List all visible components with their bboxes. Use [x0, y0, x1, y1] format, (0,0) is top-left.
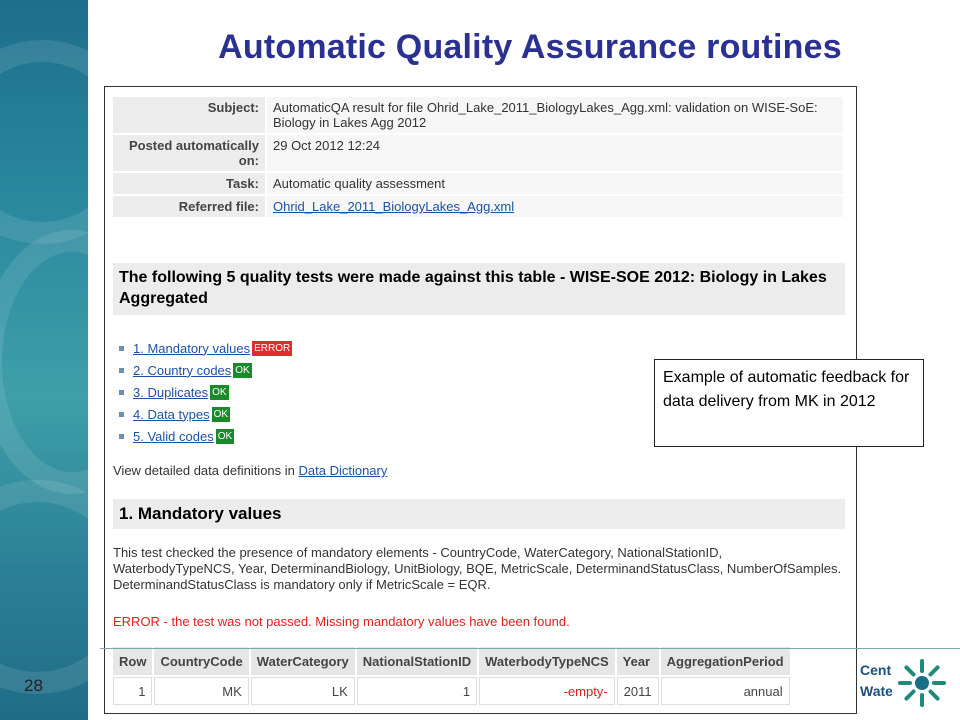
test-link-data-types[interactable]: 4. Data types: [133, 407, 210, 422]
test-link-valid-codes[interactable]: 5. Valid codes: [133, 429, 214, 444]
meta-value: Ohrid_Lake_2011_BiologyLakes_Agg.xml: [267, 196, 843, 217]
table-cell: 2011: [616, 677, 659, 705]
column-header: NationalStationID: [356, 647, 478, 675]
column-header: Year: [616, 647, 659, 675]
table-header-row: Row CountryCode WaterCategory NationalSt…: [113, 647, 790, 675]
status-badge: OK: [233, 362, 252, 378]
table-cell: annual: [660, 677, 790, 705]
test-item: 2. Country codes OK: [119, 359, 292, 381]
test-link-mandatory[interactable]: 1. Mandatory values: [133, 341, 250, 356]
column-header: WaterbodyTypeNCS: [479, 647, 615, 675]
meta-row-posted: Posted automatically on: 29 Oct 2012 12:…: [113, 135, 843, 171]
table-cell: MK: [154, 677, 249, 705]
table-cell: 1: [356, 677, 478, 705]
dd-prefix: View detailed data definitions in: [113, 463, 299, 478]
table-cell: LK: [250, 677, 355, 705]
test-item: 5. Valid codes OK: [119, 425, 292, 447]
feedback-meta-table: Subject: AutomaticQA result for file Ohr…: [111, 95, 845, 219]
test-item: 3. Duplicates OK: [119, 381, 292, 403]
data-dictionary-link[interactable]: Data Dictionary: [299, 463, 388, 478]
test-link-duplicates[interactable]: 3. Duplicates: [133, 385, 208, 400]
table-row: 1 MK LK 1 -empty- 2011 annual: [113, 677, 790, 705]
column-header: Row: [113, 647, 153, 675]
eea-logo-icon: [898, 659, 946, 707]
column-header: AggregationPeriod: [660, 647, 790, 675]
status-badge: ERROR: [252, 340, 293, 356]
status-badge: OK: [215, 428, 235, 444]
bullet-icon: [119, 389, 124, 395]
section-header: 1. Mandatory values: [113, 499, 845, 529]
meta-value: AutomaticQA result for file Ohrid_Lake_2…: [267, 97, 843, 133]
referred-file-link[interactable]: Ohrid_Lake_2011_BiologyLakes_Agg.xml: [273, 199, 514, 214]
error-message: ERROR - the test was not passed. Missing…: [113, 614, 570, 629]
meta-key: Subject:: [113, 97, 265, 133]
meta-row-file: Referred file: Ohrid_Lake_2011_BiologyLa…: [113, 196, 843, 217]
meta-value: 29 Oct 2012 12:24: [267, 135, 843, 171]
bullet-icon: [119, 411, 124, 417]
tests-list: 1. Mandatory values ERROR 2. Country cod…: [119, 337, 293, 447]
tests-header: The following 5 quality tests were made …: [113, 263, 845, 315]
meta-key: Task:: [113, 173, 265, 194]
example-callout: Example of automatic feedback for data d…: [654, 359, 924, 447]
slide-title: Automatic Quality Assurance routines: [218, 28, 842, 66]
logo-text: Centre Waters: [860, 662, 892, 699]
meta-row-subject: Subject: AutomaticQA result for file Ohr…: [113, 97, 843, 133]
meta-key: Referred file:: [113, 196, 265, 217]
bullet-icon: [119, 367, 124, 373]
column-header: CountryCode: [154, 647, 249, 675]
data-dictionary-line: View detailed data definitions in Data D…: [113, 463, 387, 478]
test-description: This test checked the presence of mandat…: [113, 545, 842, 592]
bullet-icon: [119, 345, 124, 351]
table-cell: 1: [113, 677, 153, 705]
footer-divider: [100, 648, 960, 649]
slide-number: 28: [24, 676, 43, 695]
bullet-icon: [119, 433, 124, 439]
column-header: WaterCategory: [250, 647, 355, 675]
decorative-side-band: [0, 0, 88, 720]
status-badge: OK: [211, 406, 231, 422]
missing-values-table: Row CountryCode WaterCategory NationalSt…: [111, 645, 792, 707]
status-badge: OK: [210, 384, 229, 400]
test-item: 4. Data types OK: [119, 403, 292, 425]
test-item: 1. Mandatory values ERROR: [119, 337, 293, 359]
meta-row-task: Task: Automatic quality assessment: [113, 173, 843, 194]
test-link-country-codes[interactable]: 2. Country codes: [133, 363, 231, 378]
meta-key: Posted automatically on:: [113, 135, 265, 171]
meta-value: Automatic quality assessment: [267, 173, 843, 194]
table-cell-empty: -empty-: [479, 677, 615, 705]
